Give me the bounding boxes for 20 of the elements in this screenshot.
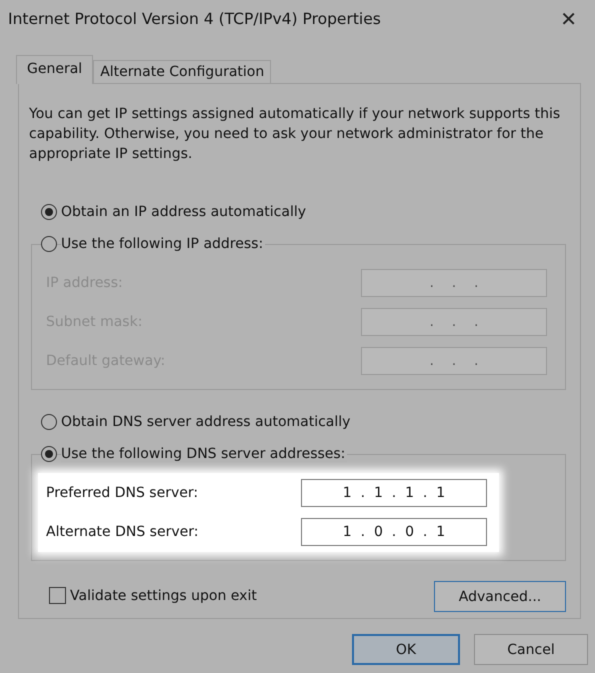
tab[interactable]: Alternate Configuration	[93, 60, 272, 83]
ip-address-field[interactable]: 1 . 0 . 0 . 1	[301, 518, 487, 546]
tab[interactable]: General	[16, 55, 94, 84]
checkbox[interactable]	[49, 587, 66, 604]
radio-button[interactable]	[41, 414, 57, 430]
radio-label: Obtain an IP address automatically	[61, 204, 308, 220]
description-text: You can get IP settings assigned automatically if your network supports this capability. Otherwise, you need to ask your network administrator for the appropriate IP settings.	[29, 105, 562, 164]
radio-button[interactable]	[41, 446, 57, 462]
radio-label: Use the following IP address:	[61, 236, 266, 252]
ip-address-field[interactable]: 1 . 1 . 1 . 1	[301, 479, 487, 507]
dialog-button[interactable]: OK	[352, 634, 460, 665]
window-title: Internet Protocol Version 4 (TCP/IPv4) Properties	[8, 10, 381, 28]
radio-label: Obtain DNS server address automatically	[61, 414, 352, 430]
checkbox-label: Validate settings upon exit	[70, 588, 257, 604]
advanced-button[interactable]: Advanced...	[434, 581, 566, 612]
close-button[interactable]: ✕	[554, 7, 583, 31]
radio-label: Use the following DNS server addresses:	[61, 446, 348, 462]
dialog-button[interactable]: Cancel	[474, 634, 588, 665]
field-label: Preferred DNS server:	[46, 485, 198, 501]
field-label: Alternate DNS server:	[46, 524, 198, 540]
